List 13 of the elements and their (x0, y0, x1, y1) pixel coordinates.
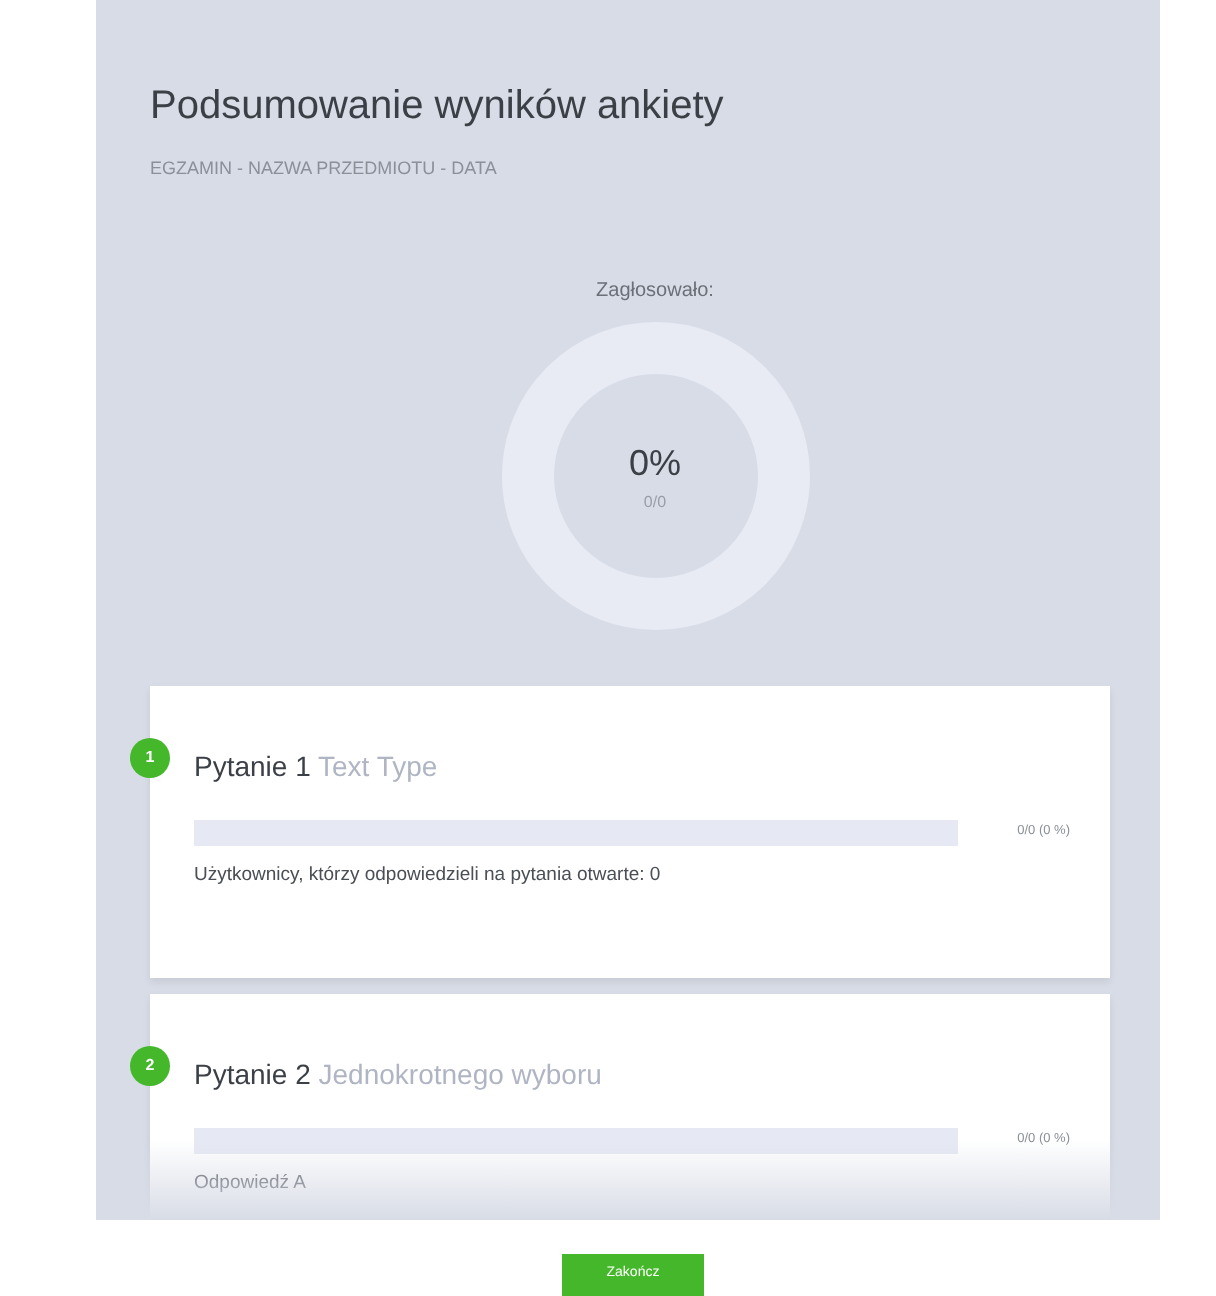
page-subtitle: EGZAMIN - NAZWA PRZEDMIOTU - DATA (150, 156, 499, 182)
answer-label: Odpowiedź A (194, 1169, 308, 1198)
page-title: Podsumowanie wyników ankiety (150, 82, 726, 132)
question-title: Pytanie 1 (194, 749, 311, 781)
question-title: Pytanie 2 (194, 1057, 311, 1090)
question-type: Text Type (318, 749, 438, 781)
question-number-badge: 1 (130, 737, 170, 777)
turnout-percent: 0% (629, 440, 681, 486)
question-number-badge: 2 (130, 1045, 170, 1086)
turnout-count: 0/0 (641, 490, 669, 514)
question-type: Jednokrotnego wyboru (318, 1057, 602, 1090)
turnout-label: Zagłosowało: (596, 277, 714, 305)
open-answers-note: Użytkownicy, którzy odpowiedzieli na pytania otwarte: 0 (194, 861, 663, 889)
